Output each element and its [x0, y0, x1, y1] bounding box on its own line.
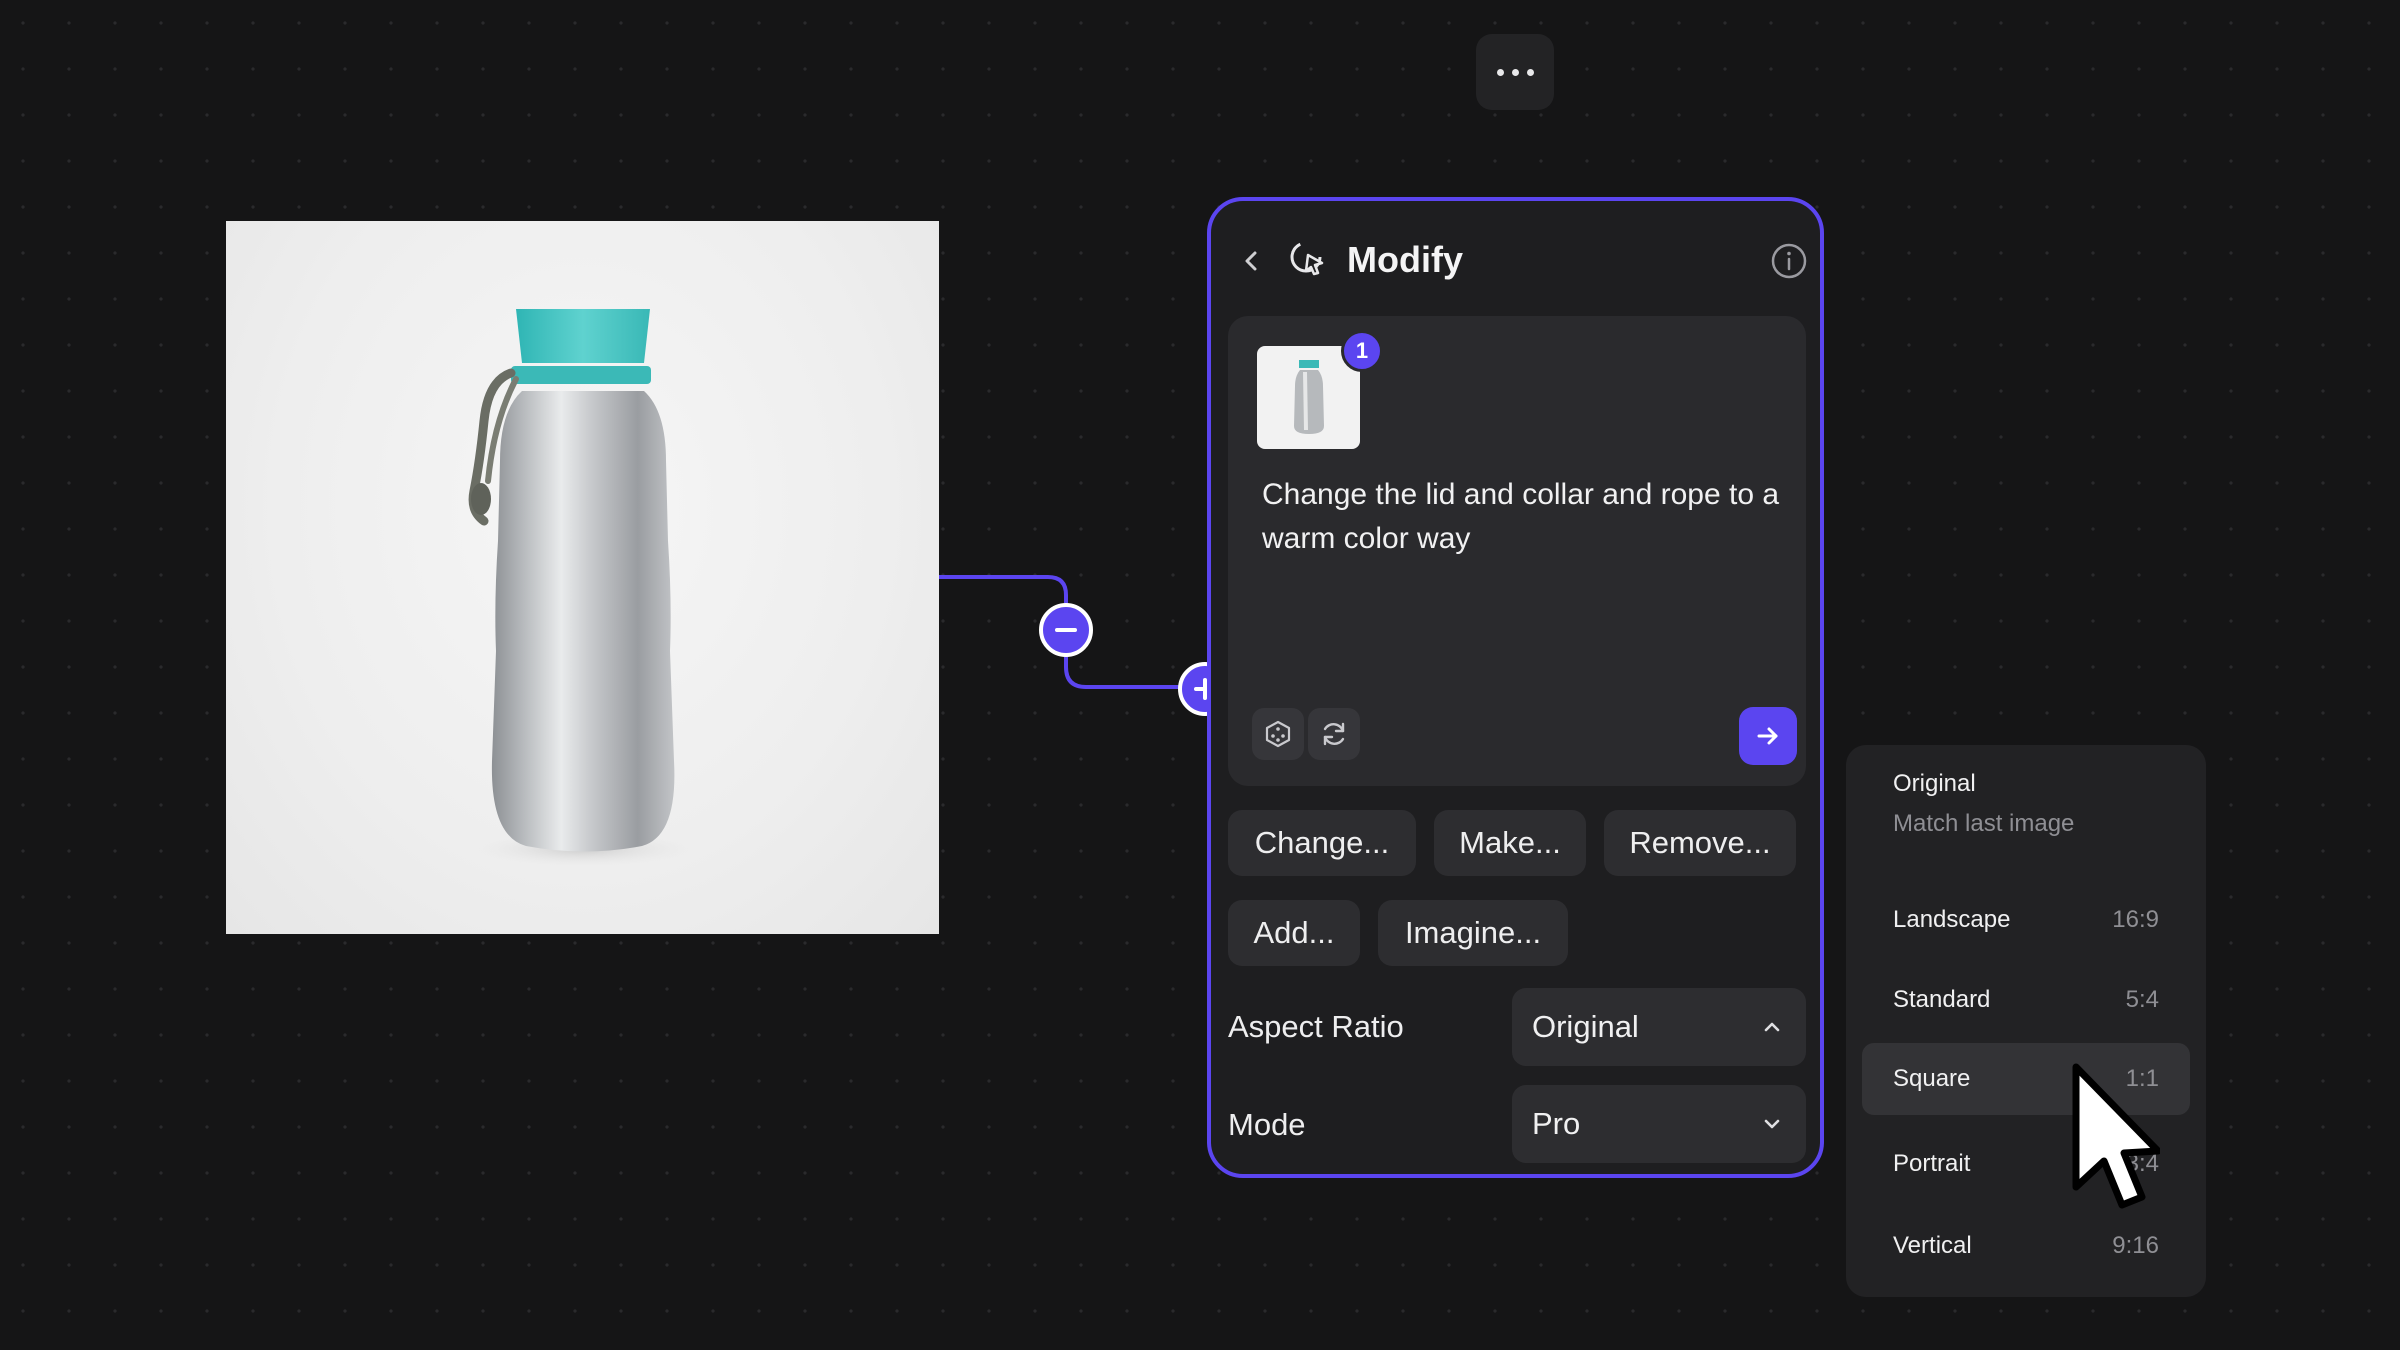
aspect-ratio-value: Original: [1532, 1009, 1639, 1044]
option-name: Original: [1893, 770, 1976, 797]
more-horizontal-icon: [1496, 68, 1504, 76]
more-horizontal-icon-dot: [1526, 68, 1534, 76]
aspect-ratio-dropdown: Original Match last image Landscape 16:9…: [1846, 745, 2206, 1297]
dropdown-option-landscape[interactable]: Landscape 16:9: [1846, 906, 2206, 946]
mode-value: Pro: [1532, 1106, 1581, 1141]
option-name: Square: [1893, 1065, 1971, 1092]
more-horizontal-icon-dot: [1511, 68, 1519, 76]
dropdown-option-standard[interactable]: Standard 5:4: [1846, 986, 2206, 1026]
option-subtitle: Match last image: [1893, 810, 2075, 837]
dropdown-option-original[interactable]: Original Match last image: [1846, 770, 2206, 842]
add-chip-button[interactable]: Add...: [1228, 900, 1360, 966]
option-name: Vertical: [1893, 1232, 1972, 1259]
option-name: Landscape: [1893, 906, 2011, 933]
cursor-sparkle-icon: [1286, 237, 1332, 283]
imagine-chip-button[interactable]: Imagine...: [1378, 900, 1568, 966]
change-chip-button[interactable]: Change...: [1228, 810, 1416, 876]
dropdown-option-vertical[interactable]: Vertical 9:16: [1846, 1232, 2206, 1272]
chevron-left-icon: [1245, 251, 1257, 271]
dice-icon: [1265, 720, 1291, 748]
minus-icon: [1055, 628, 1077, 632]
disconnect-port-button[interactable]: [1039, 603, 1093, 657]
back-button[interactable]: [1231, 241, 1271, 281]
option-ratio: 16:9: [2112, 906, 2159, 933]
make-chip-button[interactable]: Make...: [1434, 810, 1586, 876]
info-icon: [1771, 243, 1807, 279]
option-name: Standard: [1893, 986, 1991, 1013]
image-node[interactable]: [226, 221, 939, 934]
modify-panel: Modify 1 Change the lid and collar and r…: [1207, 197, 1824, 1178]
aspect-ratio-select[interactable]: Original: [1512, 988, 1806, 1066]
refresh-button[interactable]: [1308, 708, 1360, 760]
send-button[interactable]: [1739, 707, 1797, 765]
chevron-up-icon: [1764, 1022, 1780, 1032]
refresh-icon: [1323, 722, 1345, 746]
aspect-ratio-label: Aspect Ratio: [1228, 1009, 1404, 1044]
image-count-badge: 1: [1341, 330, 1383, 372]
prompt-textarea[interactable]: Change the lid and collar and rope to a …: [1262, 473, 1782, 561]
water-bottle-image: [468, 309, 694, 867]
mode-label: Mode: [1228, 1107, 1306, 1142]
prompt-box[interactable]: 1 Change the lid and collar and rope to …: [1228, 316, 1806, 786]
panel-title: Modify: [1347, 239, 1463, 280]
option-ratio: 9:16: [2112, 1232, 2159, 1259]
mouse-cursor-icon: [2072, 1063, 2160, 1209]
option-name: Portrait: [1893, 1150, 1971, 1177]
randomize-button[interactable]: [1252, 708, 1304, 760]
mode-select[interactable]: Pro: [1512, 1085, 1806, 1163]
option-ratio: 5:4: [2125, 986, 2159, 1013]
info-button[interactable]: [1769, 241, 1809, 281]
more-options-button[interactable]: [1476, 34, 1554, 110]
chevron-down-icon: [1764, 1119, 1780, 1129]
remove-chip-button[interactable]: Remove...: [1604, 810, 1796, 876]
arrow-right-icon: [1757, 727, 1778, 745]
panel-header: Modify: [1211, 201, 1820, 317]
